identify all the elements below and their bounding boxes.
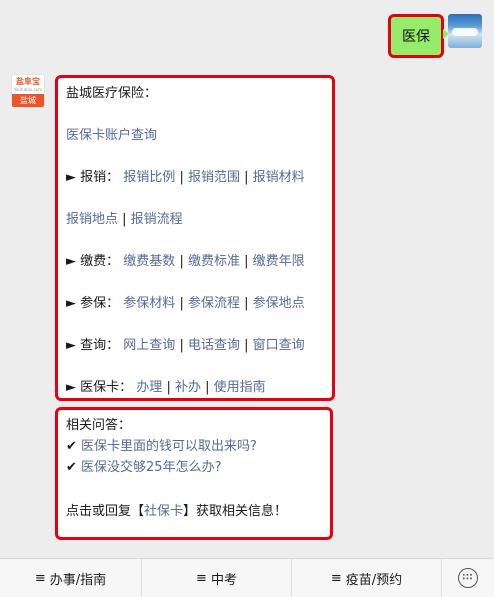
menu-item-exam[interactable]: ≡ 中考 xyxy=(142,558,292,597)
arrow-icon: ► xyxy=(66,380,81,395)
menu-item-label: 疫苗/预约 xyxy=(345,572,403,588)
qa-item: ✔ 医保没交够25年怎么办? xyxy=(66,459,221,477)
payment-row: ► 缴费： 缴费基数 | 缴费标准 | 缴费年限 xyxy=(66,253,305,271)
separator: | xyxy=(244,338,253,353)
check-icon: ✔ xyxy=(66,460,82,475)
link-enrollment-materials[interactable]: 参保材料 xyxy=(123,296,175,311)
group-label: 查询： xyxy=(80,338,120,353)
menu-lines-icon: ≡ xyxy=(34,570,46,586)
separator: | xyxy=(205,380,214,395)
arrow-icon: ► xyxy=(66,254,81,269)
bottom-menu: ≡ 办事/指南 ≡ 中考 ≡ 疫苗/预约 xyxy=(0,558,494,597)
tip-prefix: 点击或回复【 xyxy=(66,504,145,519)
keyboard-icon xyxy=(458,568,478,588)
chat-area: 医保 盐阜宝 Yanfubao.com 盐城 盐城医疗保险： 医保卡账户查询 ►… xyxy=(0,0,494,558)
separator: | xyxy=(244,170,253,185)
separator: | xyxy=(179,254,188,269)
link-enrollment-process[interactable]: 参保流程 xyxy=(188,296,240,311)
link-card-reissue[interactable]: 补办 xyxy=(175,380,201,395)
link-reimbursement-materials[interactable]: 报销材料 xyxy=(253,170,305,185)
arrow-icon: ► xyxy=(66,338,81,353)
group-label: 参保： xyxy=(80,296,120,311)
keyboard-dots xyxy=(462,573,473,581)
link-phone-query[interactable]: 电话查询 xyxy=(188,338,240,353)
separator: | xyxy=(179,170,188,185)
menu-item-vaccine[interactable]: ≡ 疫苗/预约 xyxy=(292,558,442,597)
separator: | xyxy=(244,254,253,269)
link-reimbursement-process[interactable]: 报销流程 xyxy=(131,212,183,227)
social-card-link[interactable]: 社保卡 xyxy=(144,504,183,519)
outgoing-text: 医保 xyxy=(402,29,430,45)
reimbursement-row: ► 报销： 报销比例 | 报销范围 | 报销材料 xyxy=(66,169,305,187)
check-icon: ✔ xyxy=(66,439,82,454)
menu-lines-icon: ≡ xyxy=(330,570,342,586)
link-reimbursement-location[interactable]: 报销地点 xyxy=(66,212,118,227)
link-card-guide[interactable]: 使用指南 xyxy=(214,380,266,395)
sky-cloud-icon xyxy=(452,28,478,36)
bot-avatar[interactable]: 盐阜宝 Yanfubao.com 盐城 xyxy=(11,74,45,108)
outgoing-message-row: 医保 xyxy=(388,14,482,58)
related-qa-reply: 相关问答： ✔ 医保卡里面的钱可以取出来吗? ✔ 医保没交够25年怎么办? 点击… xyxy=(55,407,333,540)
link-reimbursement-scope[interactable]: 报销范围 xyxy=(188,170,240,185)
group-label: 报销： xyxy=(80,170,120,185)
separator: | xyxy=(244,296,253,311)
tip-suffix: 】获取相关信息！ xyxy=(183,504,288,519)
link-payment-standard[interactable]: 缴费标准 xyxy=(188,254,240,269)
arrow-icon: ► xyxy=(66,296,81,311)
account-query-link[interactable]: 医保卡账户查询 xyxy=(66,127,157,145)
bot-city-label: 盐城 xyxy=(12,94,44,107)
tip-line: 点击或回复【社保卡】获取相关信息！ xyxy=(66,503,287,521)
link-reimbursement-ratio[interactable]: 报销比例 xyxy=(123,170,175,185)
bot-logo-sub: Yanfubao.com xyxy=(13,87,42,92)
link-online-query[interactable]: 网上查询 xyxy=(123,338,175,353)
qa-link-25-years[interactable]: 医保没交够25年怎么办? xyxy=(81,460,221,475)
link-payment-years[interactable]: 缴费年限 xyxy=(253,254,305,269)
group-label: 缴费： xyxy=(80,254,120,269)
group-label: 医保卡： xyxy=(80,380,133,395)
menu-item-label: 办事/指南 xyxy=(49,572,107,588)
keyboard-toggle-button[interactable] xyxy=(442,559,494,597)
bot-logo-text: 盐阜宝 xyxy=(16,77,40,86)
link-window-query[interactable]: 窗口查询 xyxy=(253,338,305,353)
menu-item-affairs-guide[interactable]: ≡ 办事/指南 xyxy=(0,558,142,597)
reimbursement-row-2: 报销地点 | 报销流程 xyxy=(66,211,183,229)
menu-item-label: 中考 xyxy=(210,572,237,588)
qa-item: ✔ 医保卡里面的钱可以取出来吗? xyxy=(66,438,257,456)
user-avatar[interactable] xyxy=(448,14,482,48)
medical-insurance-reply: 盐城医疗保险： 医保卡账户查询 ► 报销： 报销比例 | 报销范围 | 报销材料… xyxy=(55,75,335,401)
card-row: ► 医保卡： 办理 | 补办 | 使用指南 xyxy=(66,379,266,397)
separator: | xyxy=(179,338,188,353)
menu-lines-icon: ≡ xyxy=(196,570,207,586)
link-payment-base[interactable]: 缴费基数 xyxy=(123,254,175,269)
link-card-apply[interactable]: 办理 xyxy=(136,380,162,395)
outgoing-bubble: 医保 xyxy=(388,14,449,58)
separator: | xyxy=(122,212,131,227)
separator: | xyxy=(166,380,175,395)
enrollment-row: ► 参保： 参保材料 | 参保流程 | 参保地点 xyxy=(66,295,305,313)
reply-title: 盐城医疗保险： xyxy=(66,86,158,101)
link-enrollment-location[interactable]: 参保地点 xyxy=(253,296,305,311)
qa-link-withdraw[interactable]: 医保卡里面的钱可以取出来吗? xyxy=(81,439,257,454)
arrow-icon: ► xyxy=(66,170,81,185)
query-row: ► 查询： 网上查询 | 电话查询 | 窗口查询 xyxy=(66,337,305,355)
qa-title: 相关问答： xyxy=(66,418,132,433)
separator: | xyxy=(179,296,188,311)
